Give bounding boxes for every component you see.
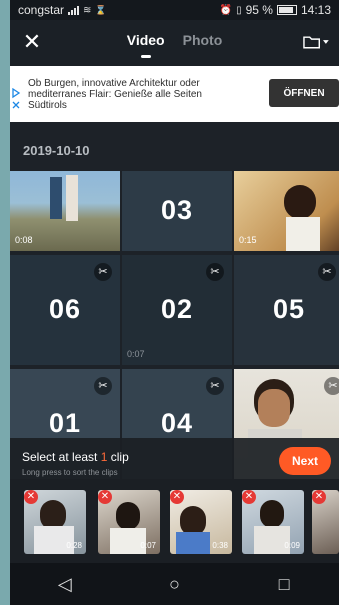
clip-duration: 0:38 <box>212 541 228 550</box>
vibrate-icon: ▯ <box>236 4 242 16</box>
tab-photo[interactable]: Photo <box>183 32 223 54</box>
remove-clip-icon[interactable]: ✕ <box>24 490 38 504</box>
folder-dropdown-button[interactable] <box>303 33 329 51</box>
clip-duration: 0:28 <box>66 541 82 550</box>
alarm-icon: ⏰ <box>219 4 233 16</box>
back-icon[interactable]: ◁ <box>50 574 80 595</box>
ad-open-button[interactable]: ÖFFNEN <box>269 79 339 107</box>
scissors-icon[interactable]: ✂ <box>318 263 336 281</box>
selection-number: 04 <box>160 408 194 438</box>
scissors-icon[interactable]: ✂ <box>324 377 339 395</box>
date-header: 2019-10-10 <box>23 142 90 158</box>
media-tile[interactable]: 02 ✂ 0:07 <box>122 255 232 365</box>
carrier-label: congstar <box>18 3 65 17</box>
clip-duration: 0:07 <box>140 541 156 550</box>
selection-instruction: Select at least 1 clip <box>22 450 129 464</box>
selection-number: 01 <box>48 408 82 438</box>
remove-clip-icon[interactable]: ✕ <box>242 490 256 504</box>
selection-panel: Select at least 1 clip Long press to sor… <box>10 438 339 563</box>
chevron-down-icon <box>323 40 329 44</box>
remove-clip-icon[interactable]: ✕ <box>170 490 184 504</box>
clip-duration: 0:09 <box>284 541 300 550</box>
battery-label: 95 % <box>245 3 273 17</box>
close-icon[interactable]: ✕ <box>22 31 42 53</box>
selection-number: 06 <box>48 294 82 324</box>
clock: 14:13 <box>300 3 331 17</box>
selection-number: 03 <box>160 195 194 225</box>
sort-hint: Long press to sort the clips <box>22 468 118 477</box>
media-type-tabs: Video Photo <box>127 32 223 58</box>
signal-icon <box>68 5 80 15</box>
wifi-icon: ≋ <box>83 4 92 16</box>
next-button[interactable]: Next <box>279 447 331 475</box>
selected-clip[interactable]: ✕ <box>312 490 339 554</box>
phone-screen: congstar ≋ ⌛ ⏰ ▯ 95 % 14:13 ✕ Video Phot… <box>10 0 339 605</box>
battery-icon <box>276 5 297 15</box>
media-tile[interactable]: 0:15 <box>234 171 339 251</box>
scissors-icon[interactable]: ✂ <box>94 377 112 395</box>
media-tile[interactable]: 03 <box>122 171 232 251</box>
media-tile[interactable]: 0:08 <box>10 171 120 251</box>
status-bar: congstar ≋ ⌛ ⏰ ▯ 95 % 14:13 <box>10 0 339 20</box>
selected-clip[interactable]: ✕ 0:38 <box>170 490 232 554</box>
recents-icon[interactable]: □ <box>269 574 299 595</box>
selected-clip[interactable]: ✕ 0:07 <box>98 490 160 554</box>
ad-text: Ob Burgen, innovative Architektur oder m… <box>28 77 202 111</box>
remove-clip-icon[interactable]: ✕ <box>98 490 112 504</box>
remove-clip-icon[interactable]: ✕ <box>312 490 326 504</box>
media-tile[interactable]: 05 ✂ <box>234 255 339 365</box>
selection-number: 02 <box>160 294 194 324</box>
home-icon[interactable]: ○ <box>159 574 189 595</box>
scissors-icon[interactable]: ✂ <box>206 263 224 281</box>
tile-duration: 0:07 <box>127 349 145 359</box>
tile-duration: 0:15 <box>239 235 257 245</box>
selected-clip[interactable]: ✕ 0:28 <box>24 490 86 554</box>
tab-video[interactable]: Video <box>127 32 165 58</box>
media-tile[interactable]: 06 ✂ <box>10 255 120 365</box>
scissors-icon[interactable]: ✂ <box>94 263 112 281</box>
tile-duration: 0:08 <box>15 235 33 245</box>
folder-icon <box>303 36 321 49</box>
top-bar: ✕ Video Photo <box>10 20 339 66</box>
scissors-icon[interactable]: ✂ <box>206 377 224 395</box>
selection-number: 05 <box>272 294 306 324</box>
selected-clip[interactable]: ✕ 0:09 <box>242 490 304 554</box>
notification-icon: ⌛ <box>95 4 107 15</box>
ad-choices-icon[interactable] <box>11 87 21 117</box>
ad-banner[interactable]: Ob Burgen, innovative Architektur oder m… <box>10 66 339 122</box>
android-nav-bar: ◁ ○ □ <box>10 563 339 605</box>
